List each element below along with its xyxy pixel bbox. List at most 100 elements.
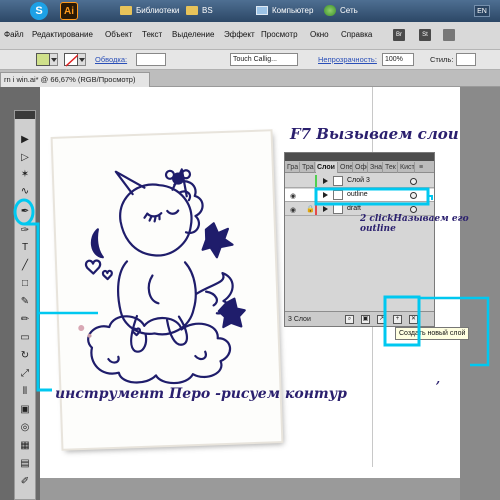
taskbar-item-computer[interactable]: Компьютер (254, 3, 313, 19)
stroke-label[interactable]: Обводка: (95, 55, 127, 64)
layers-panel: Гра Тра Слои Опе Офо Зна Тек Кисти ≡ Сло… (284, 152, 435, 327)
tab-transparency[interactable]: Тра (301, 162, 315, 173)
pencil-tool-icon[interactable]: ✏ (18, 313, 32, 327)
layer-target-icon[interactable] (410, 178, 417, 185)
layer-thumbnail (333, 176, 343, 186)
control-bar: Обводка: Touch Callig... Непрозрачность:… (0, 50, 500, 70)
paintbrush-tool-icon[interactable]: ✎ (18, 295, 32, 309)
tools-panel: ▶ ▷ ✶ ∿ ✒ ✑ T ╱ □ ✎ ✏ ▭ ↻ ⤢ ⦀ ▣ ◎ ▦ ▤ ✐ (14, 110, 36, 500)
tab-graphic-styles[interactable]: Гра (286, 162, 300, 173)
curvature-tool-icon[interactable]: ✑ (18, 224, 32, 238)
menu-object[interactable]: Объект (105, 30, 132, 39)
width-tool-icon[interactable]: ⦀ (18, 385, 32, 399)
network-icon (324, 5, 336, 16)
tab-layers[interactable]: Слои (316, 162, 338, 173)
eye-icon[interactable]: ◉ (290, 192, 296, 200)
eraser-tool-icon[interactable]: ▭ (18, 331, 32, 345)
eye-icon[interactable]: ◉ (290, 206, 296, 214)
annotation-f7-layers: F7 Вызываем слои (290, 125, 459, 143)
opacity-label[interactable]: Непрозрачность: (318, 55, 377, 64)
taskbar-item-network[interactable]: Сеть (322, 3, 358, 19)
bridge-icon[interactable]: Br (393, 29, 405, 41)
stock-icon[interactable]: St (419, 29, 431, 41)
layer-name[interactable]: outline (347, 191, 368, 198)
skype-icon[interactable]: S (30, 2, 48, 20)
tab-symbols[interactable]: Зна (369, 162, 383, 173)
tools-panel-grip[interactable] (15, 111, 35, 119)
layer-thumbnail (333, 204, 343, 214)
type-tool-icon[interactable]: T (18, 241, 32, 255)
menu-edit[interactable]: Редактирование (32, 30, 93, 39)
tab-text[interactable]: Тек (384, 162, 398, 173)
menu-select[interactable]: Выделение (172, 30, 214, 39)
layers-panel-footer: 3 Слои ⌕ ▣ ↗ + ✕ (285, 311, 434, 326)
expand-triangle-icon[interactable] (323, 206, 328, 212)
create-sublayer-icon[interactable]: ↗ (377, 315, 386, 324)
expand-triangle-icon[interactable] (323, 192, 328, 198)
tab-appearance[interactable]: Опе (339, 162, 353, 173)
arrange-documents-icon[interactable] (443, 29, 455, 41)
stroke-weight-input[interactable] (136, 53, 166, 66)
stroke-swatch[interactable] (64, 53, 79, 67)
taskbar: S Ai Библиотеки BS Компьютер Сеть EN (0, 0, 500, 22)
magic-wand-tool-icon[interactable]: ✶ (18, 168, 32, 182)
panel-menu-icon[interactable]: ≡ (418, 162, 432, 173)
layer-name[interactable]: Слой 3 (347, 177, 370, 184)
gradient-tool-icon[interactable]: ▤ (18, 457, 32, 471)
pen-tool-icon[interactable]: ✒ (18, 205, 32, 219)
language-indicator[interactable]: EN (474, 5, 490, 17)
fill-dropdown[interactable] (50, 53, 58, 66)
layer-target-icon[interactable] (410, 192, 417, 199)
menu-help[interactable]: Справка (341, 30, 372, 39)
shape-builder-tool-icon[interactable]: ◎ (18, 421, 32, 435)
layer-name[interactable]: draft (347, 205, 361, 212)
computer-icon (256, 6, 268, 15)
opacity-input[interactable]: 100% (382, 53, 414, 66)
scale-tool-icon[interactable]: ⤢ (18, 367, 32, 381)
taskbar-item-bs[interactable]: BS (184, 3, 213, 19)
tab-brushes[interactable]: Кисти (399, 162, 415, 173)
line-tool-icon[interactable]: ╱ (18, 259, 32, 273)
layer-row[interactable]: Слой 3 (285, 175, 434, 188)
rotate-tool-icon[interactable]: ↻ (18, 349, 32, 363)
menu-file[interactable]: Файл (4, 30, 24, 39)
layer-target-icon[interactable] (410, 206, 417, 213)
fill-swatch[interactable] (36, 53, 50, 66)
selection-tool-icon[interactable]: ▶ (18, 133, 32, 147)
rectangle-tool-icon[interactable]: □ (18, 277, 32, 291)
locate-object-icon[interactable]: ⌕ (345, 315, 354, 324)
menubar: Файл Редактирование Объект Текст Выделен… (0, 22, 500, 50)
illustrator-app-icon[interactable]: Ai (60, 2, 78, 20)
style-select[interactable] (456, 53, 476, 66)
create-new-layer-icon[interactable]: + (393, 315, 402, 324)
menu-window[interactable]: Окно (310, 30, 329, 39)
document-tab[interactable]: rn i win.ai* @ 66,67% (RGB/Просмотр) (0, 72, 150, 87)
lock-icon[interactable]: 🔒 (306, 205, 315, 213)
document-tab-bar: rn i win.ai* @ 66,67% (RGB/Просмотр) (0, 70, 500, 87)
layer-row[interactable]: ◉ outline (285, 189, 434, 202)
expand-triangle-icon[interactable] (323, 178, 328, 184)
tooltip: Создать новый слой (395, 327, 470, 340)
free-transform-tool-icon[interactable]: ▣ (18, 403, 32, 417)
lasso-tool-icon[interactable]: ∿ (18, 185, 32, 199)
layers-panel-titlebar[interactable] (285, 153, 434, 161)
menu-view[interactable]: Просмотр (261, 30, 298, 39)
brush-select[interactable]: Touch Callig... (230, 53, 298, 66)
pasteboard-right (460, 87, 500, 500)
annotation-pen-tool: инструмент Перо -рисуем контур (55, 386, 347, 402)
make-clipping-mask-icon[interactable]: ▣ (361, 315, 370, 324)
layer-color-bar (315, 203, 317, 215)
style-label: Стиль: (430, 55, 454, 64)
stroke-dropdown[interactable] (78, 53, 86, 66)
menu-text[interactable]: Текст (142, 30, 162, 39)
tab-styles[interactable]: Офо (354, 162, 368, 173)
delete-layer-icon[interactable]: ✕ (409, 315, 418, 324)
menu-effect[interactable]: Эффект (224, 30, 255, 39)
taskbar-item-libraries[interactable]: Библиотеки (118, 3, 179, 19)
direct-selection-tool-icon[interactable]: ▷ (18, 151, 32, 165)
layer-color-bar (315, 175, 317, 187)
layers-count: 3 Слои (288, 316, 311, 323)
perspective-tool-icon[interactable]: ▦ (18, 439, 32, 453)
eyedropper-tool-icon[interactable]: ✐ (18, 475, 32, 489)
opacity-value: 100% (385, 56, 403, 63)
